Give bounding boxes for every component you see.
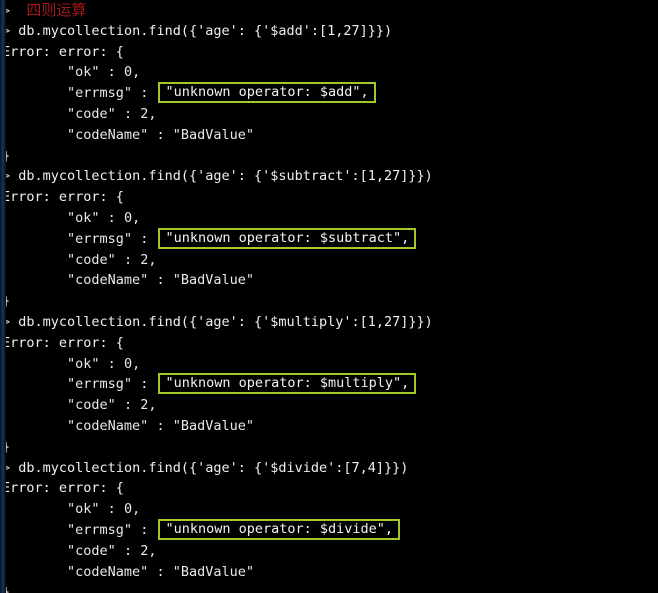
error-header-text: Error: error: { (2, 334, 124, 351)
error-footer-text: } (2, 438, 11, 455)
command-text: db.mycollection.find({'age': {'$divide':… (18, 459, 409, 476)
field-sep: : (115, 251, 141, 268)
error-field-code: "code" : 2, (0, 395, 658, 416)
field-value-codename: "BadValue" (172, 417, 254, 434)
field-sep: : (132, 85, 157, 102)
field-sep: : (148, 126, 173, 143)
field-key-errmsg: "errmsg" (67, 85, 133, 102)
field-key-code: "code" (67, 251, 116, 268)
command-line-add[interactable]: > db.mycollection.find({'age': {'$add':[… (0, 21, 658, 42)
field-value-codename: "BadValue" (172, 126, 254, 143)
error-header-text: Error: error: { (2, 480, 124, 497)
error-header-text: Error: error: { (2, 189, 124, 206)
error-header-text: Error: error: { (2, 43, 124, 60)
command-line-divide[interactable]: > db.mycollection.find({'age': {'$divide… (0, 458, 658, 479)
field-sep: : (148, 563, 173, 580)
error-footer: } (0, 291, 658, 312)
highlight-box-errmsg-add: "unknown operator: $add", (158, 82, 376, 104)
field-key-codename: "codeName" (67, 417, 149, 434)
field-sep: : (132, 230, 157, 247)
prompt-symbol: > (2, 3, 11, 19)
field-sep: : (99, 209, 124, 226)
field-sep: : (99, 355, 124, 372)
error-field-code: "code" : 2, (0, 250, 658, 271)
error-field-errmsg: "errmsg" : "unknown operator: $add", (0, 82, 658, 104)
prompt-symbol: > (2, 168, 11, 185)
field-value-code: 2, (140, 397, 157, 414)
field-sep: : (99, 501, 124, 518)
prompt-symbol: > (2, 459, 11, 476)
field-key-codename: "codeName" (67, 563, 149, 580)
command-text: db.mycollection.find({'age': {'$subtract… (18, 168, 433, 185)
field-value-ok: 0, (123, 209, 141, 226)
error-footer: } (0, 582, 658, 593)
terminal-line-title: > 四则运算 (0, 0, 658, 21)
field-sep: : (115, 542, 141, 559)
error-field-codename: "codeName" : "BadValue" (0, 270, 658, 291)
command-text: db.mycollection.find({'age': {'$multiply… (18, 313, 433, 330)
prompt-symbol: > (2, 313, 11, 330)
error-header: Error: error: { (0, 42, 658, 63)
error-field-errmsg: "errmsg" : "unknown operator: $subtract"… (0, 227, 658, 250)
field-key-errmsg: "errmsg" (67, 230, 133, 247)
error-footer-text: } (2, 147, 11, 164)
field-key-code: "code" (67, 397, 116, 414)
field-value-code: 2, (140, 105, 157, 122)
error-footer: } (0, 146, 658, 167)
field-sep: : (148, 417, 173, 434)
field-key-code: "code" (67, 542, 116, 559)
field-sep: : (115, 397, 141, 414)
error-field-ok: "ok" : 0, (0, 62, 658, 83)
command-line-multiply[interactable]: > db.mycollection.find({'age': {'$multip… (0, 312, 658, 333)
highlight-box-errmsg-subtract: "unknown operator: $subtract", (158, 227, 417, 249)
error-header: Error: error: { (0, 478, 658, 499)
error-field-ok: "ok" : 0, (0, 208, 658, 229)
error-field-code: "code" : 2, (0, 541, 658, 562)
field-key-code: "code" (67, 105, 116, 122)
error-field-codename: "codeName" : "BadValue" (0, 416, 658, 437)
error-field-errmsg: "errmsg" : "unknown operator: $multiply"… (0, 373, 658, 395)
field-key-ok: "ok" (67, 501, 100, 518)
error-header: Error: error: { (0, 187, 658, 208)
error-field-code: "code" : 2, (0, 104, 658, 125)
error-field-codename: "codeName" : "BadValue" (0, 125, 658, 146)
highlight-box-errmsg-multiply: "unknown operator: $multiply", (158, 373, 417, 395)
field-value-code: 2, (140, 542, 157, 559)
error-footer-text: } (2, 293, 11, 310)
field-sep: : (99, 64, 124, 81)
field-key-codename: "codeName" (67, 126, 149, 143)
field-key-errmsg: "errmsg" (67, 521, 133, 538)
command-text: db.mycollection.find({'age': {'$add':[1,… (18, 22, 393, 39)
command-line-subtract[interactable]: > db.mycollection.find({'age': {'$subtra… (0, 166, 658, 187)
error-field-errmsg: "errmsg" : "unknown operator: $divide", (0, 518, 658, 541)
field-key-ok: "ok" (67, 64, 100, 81)
error-field-codename: "codeName" : "BadValue" (0, 562, 658, 583)
error-footer: } (0, 437, 658, 458)
highlight-box-errmsg-divide: "unknown operator: $divide", (158, 518, 401, 540)
error-header: Error: error: { (0, 333, 658, 354)
field-value-codename: "BadValue" (172, 272, 254, 289)
field-sep: : (132, 521, 157, 538)
field-key-ok: "ok" (67, 209, 100, 226)
field-sep: : (148, 272, 173, 289)
error-footer-text: } (2, 584, 11, 593)
field-key-errmsg: "errmsg" (67, 376, 133, 393)
field-value-codename: "BadValue" (172, 563, 254, 580)
prompt-symbol: > (2, 22, 11, 39)
field-value-ok: 0, (123, 64, 141, 81)
field-key-ok: "ok" (67, 355, 100, 372)
error-field-ok: "ok" : 0, (0, 499, 658, 520)
field-value-ok: 0, (123, 501, 141, 518)
error-field-ok: "ok" : 0, (0, 354, 658, 375)
field-sep: : (115, 105, 141, 122)
terminal-window[interactable]: > 四则运算 > db.mycollection.find({'age': {'… (0, 0, 658, 593)
field-value-code: 2, (140, 251, 157, 268)
field-key-codename: "codeName" (67, 272, 149, 289)
annotation-title-label: 四则运算 (26, 1, 87, 19)
field-value-ok: 0, (123, 355, 141, 372)
field-sep: : (132, 376, 157, 393)
